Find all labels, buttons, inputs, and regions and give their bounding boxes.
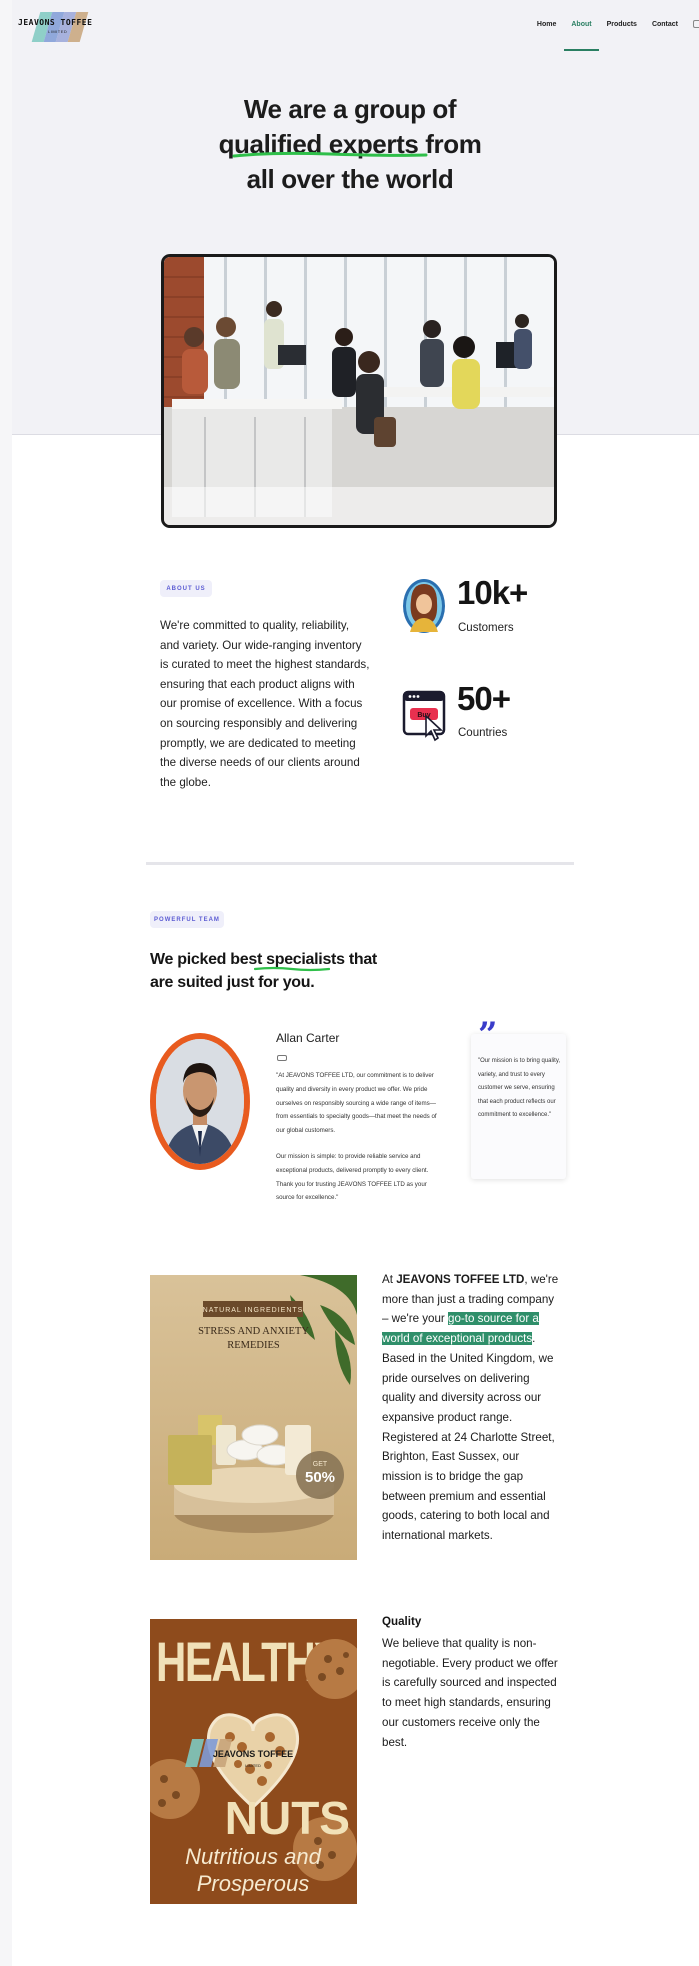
- healthy-nuts-poster: HEALTHY JEAVONS TOFFEE LIMITED NUTS Nutr…: [150, 1619, 357, 1904]
- customer-avatar-icon: [403, 579, 445, 633]
- countries-stat-label: Countries: [458, 727, 508, 739]
- company-text-end: . Based in the United Kingdom, we pride …: [382, 1332, 555, 1543]
- company-description: At JEAVONS TOFFEE LTD, we're more than j…: [382, 1270, 560, 1546]
- product-remedies-image: NATURAL INGREDIENTS STRESS AND ANXIETY R…: [150, 1275, 357, 1560]
- logo-subtext: LIMITED: [48, 29, 68, 34]
- team-member-bio-2: Our mission is simple: to provide reliab…: [276, 1153, 429, 1202]
- hero-line-1: We are a group of: [243, 94, 457, 124]
- product-badge: NATURAL INGREDIENTS: [203, 1307, 304, 1314]
- customers-stat-label: Customers: [458, 622, 514, 634]
- nav-home[interactable]: Home: [537, 21, 556, 28]
- powerful-team-pill: POWERFUL TEAM: [150, 911, 224, 928]
- office-scene-illustration: [164, 257, 554, 525]
- quality-heading: Quality: [382, 1615, 422, 1628]
- customers-stat-value: 10k+: [457, 574, 528, 611]
- nav-overflow-icon[interactable]: [693, 20, 699, 28]
- team-member-bio-1: "At JEAVONS TOFFEE LTD, our commitment i…: [276, 1072, 437, 1135]
- quality-text: We believe that quality is non-negotiabl…: [382, 1637, 558, 1749]
- about-paragraph: We're committed to quality, reliability,…: [160, 619, 370, 789]
- browser-click-icon: Buy: [402, 690, 446, 742]
- team-underline-squiggle: [254, 966, 330, 972]
- company-text-start: At: [382, 1273, 397, 1286]
- poster-script-1: Nutritious and: [185, 1844, 322, 1869]
- quote-text: "Our mission is to bring quality, variet…: [478, 1058, 561, 1119]
- team-member-name: Allan Carter: [276, 1031, 340, 1045]
- quote-mark-icon: ”: [478, 1015, 498, 1055]
- discount-value: 50%: [305, 1469, 335, 1486]
- discount-label: GET: [313, 1461, 328, 1468]
- remedies-poster: NATURAL INGREDIENTS STRESS AND ANXIETY R…: [150, 1275, 357, 1560]
- product-heading: STRESS AND ANXIETY REMEDIES: [198, 1326, 309, 1351]
- section-divider: [146, 862, 574, 865]
- poster-logo-sub: LIMITED: [245, 1763, 261, 1768]
- team-title-start: We picked best: [150, 951, 267, 968]
- site-logo[interactable]: JEAVONS TOFFEE LIMITED: [18, 12, 96, 44]
- poster-word-nuts: NUTS: [225, 1792, 350, 1844]
- poster-logo: JEAVONS TOFFEE: [213, 1749, 293, 1759]
- nav-about[interactable]: About: [564, 21, 599, 51]
- nav-contact[interactable]: Contact: [652, 21, 678, 28]
- team-member-linkedin-icon[interactable]: [277, 1055, 287, 1061]
- logo-wordmark: JEAVONS TOFFEE: [18, 18, 93, 27]
- team-member-avatar: [150, 1033, 250, 1170]
- poster-script-2: Prosperous: [197, 1871, 310, 1896]
- main-nav: Home About Products Contact: [537, 20, 699, 51]
- hero-underline-squiggle: [232, 151, 428, 158]
- healthy-nuts-image: HEALTHY JEAVONS TOFFEE LIMITED NUTS Nutr…: [150, 1619, 357, 1904]
- countries-stat-value: 50+: [457, 680, 511, 717]
- hero-title: We are a group of qualified experts from…: [180, 92, 520, 197]
- page-left-rail: [0, 0, 12, 1966]
- team-member-portrait: [156, 1039, 244, 1164]
- company-name: JEAVONS TOFFEE LTD: [396, 1273, 525, 1286]
- office-team-photo: [161, 254, 557, 528]
- nav-products[interactable]: Products: [607, 21, 637, 28]
- about-us-pill: ABOUT US: [160, 580, 212, 597]
- hero-line-3: all over the world: [246, 164, 454, 194]
